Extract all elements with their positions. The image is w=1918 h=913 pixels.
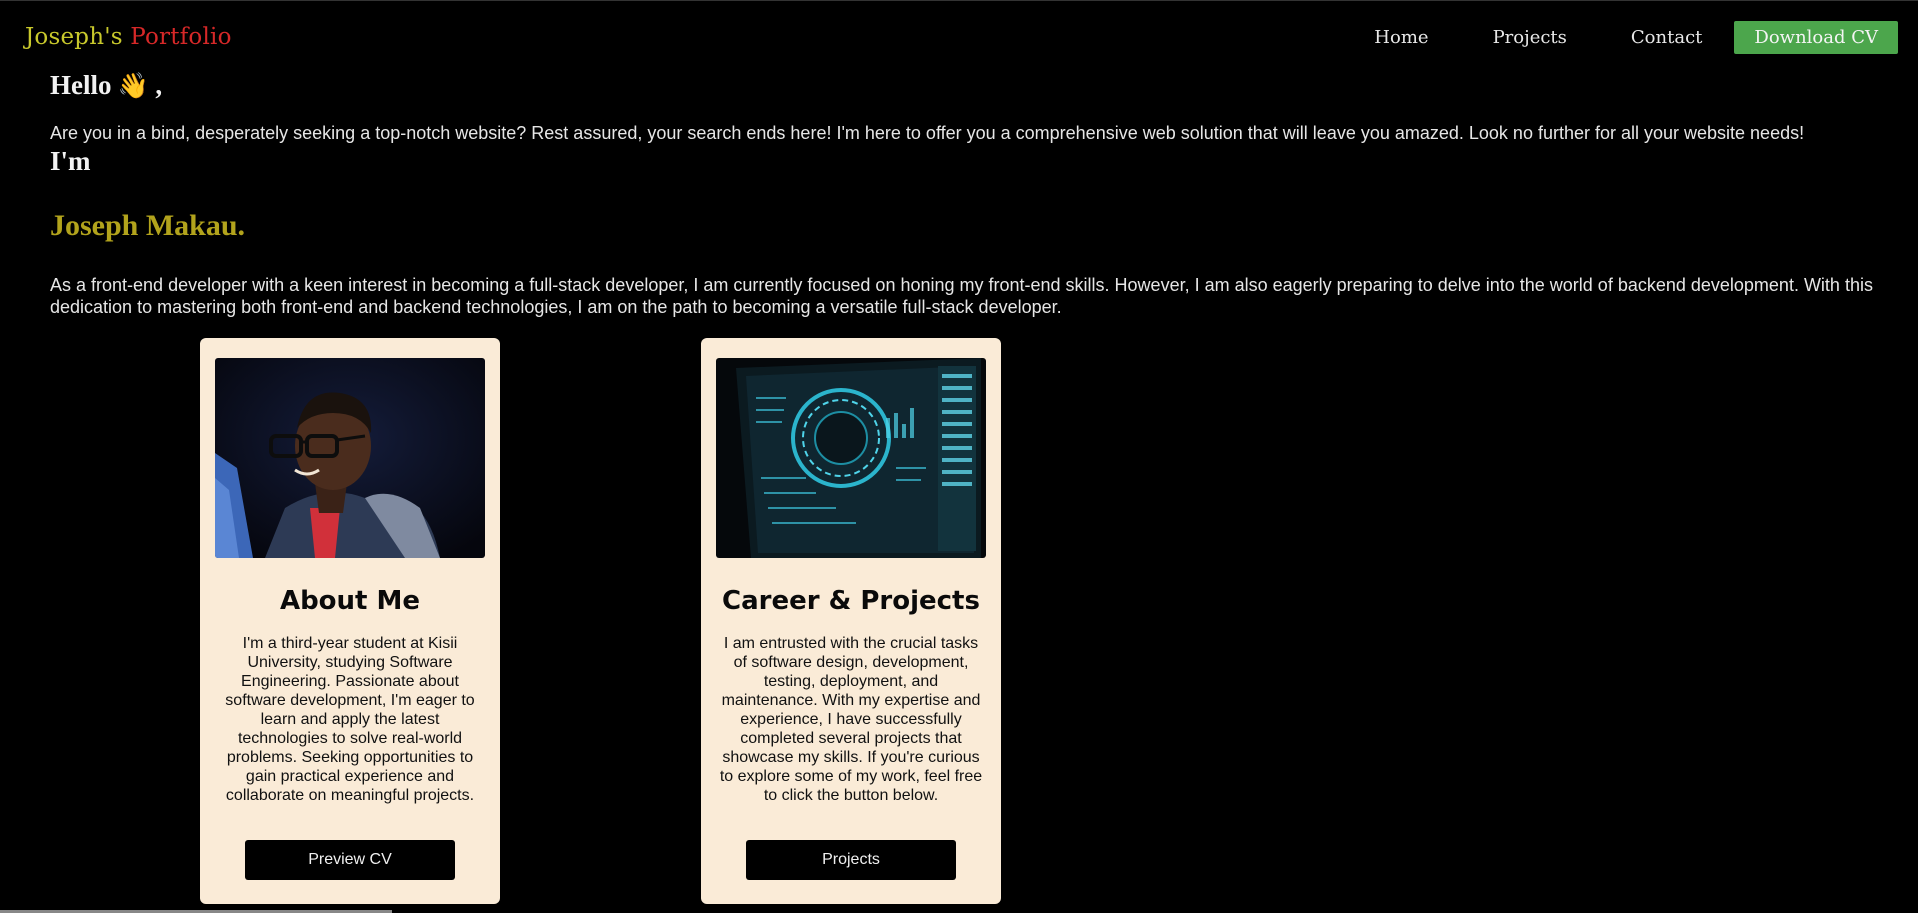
brand-logo[interactable]: Joseph's Portfolio — [25, 24, 232, 50]
download-cv-button[interactable]: Download CV — [1734, 21, 1898, 54]
top-border — [0, 0, 1918, 1]
about-me-card: About Me I'm a third-year student at Kis… — [200, 338, 500, 904]
profile-photo — [215, 358, 485, 558]
monitor-hud-image — [716, 358, 986, 558]
intro-paragraph: Are you in a bind, desperately seeking a… — [50, 123, 1805, 143]
nav-projects-link[interactable]: Projects — [1493, 27, 1567, 48]
brand-second-word: Portfolio — [130, 24, 232, 50]
preview-cv-button[interactable]: Preview CV — [245, 840, 455, 880]
brand-first-word: Joseph's — [25, 24, 123, 50]
career-projects-title: Career & Projects — [722, 586, 980, 616]
top-nav: Home Projects Contact Download CV — [1374, 21, 1898, 54]
about-me-text: I'm a third-year student at Kisii Univer… — [225, 635, 475, 804]
career-projects-text: I am entrusted with the crucial tasks of… — [719, 635, 983, 804]
waving-hand-icon: 👋 — [117, 71, 149, 100]
nav-contact-link[interactable]: Contact — [1631, 27, 1702, 48]
bio-paragraph: As a front-end developer with a keen int… — [50, 275, 1873, 317]
hello-heading: Hello 👋 , — [50, 70, 162, 101]
projects-button[interactable]: Projects — [746, 840, 956, 880]
im-heading: I'm — [50, 146, 91, 176]
nav-home-link[interactable]: Home — [1374, 27, 1428, 48]
name-heading: Joseph Makau. — [50, 209, 246, 242]
hello-comma: , — [155, 70, 163, 100]
hello-text: Hello — [50, 70, 112, 100]
career-projects-card: Career & Projects I am entrusted with th… — [701, 338, 1001, 904]
about-me-title: About Me — [279, 586, 421, 616]
